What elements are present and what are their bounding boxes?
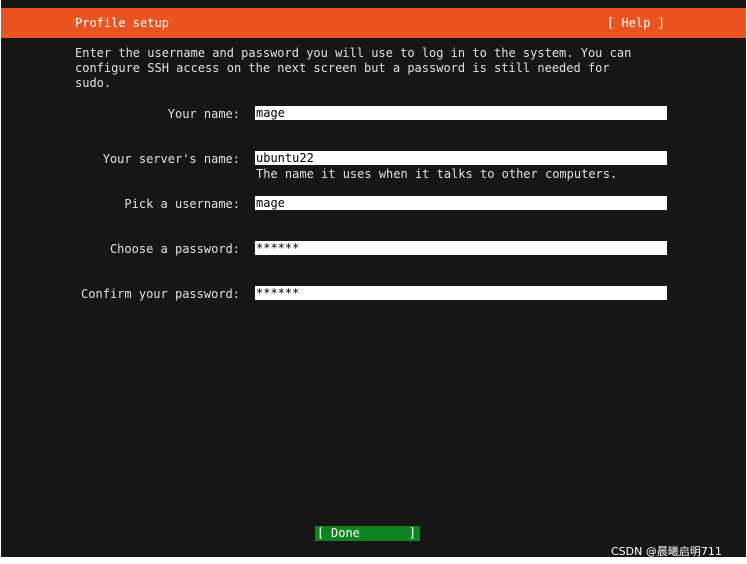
password-label: Choose a password: [109, 242, 240, 256]
watermark: CSDN @晨曦启明711 [611, 545, 722, 557]
your-name-label: Your name: [167, 107, 240, 121]
intro-line: sudo. [75, 76, 112, 90]
done-bracket-left: [ [317, 526, 325, 540]
username-label: Pick a username: [124, 197, 240, 211]
username-field[interactable]: mage [255, 196, 667, 210]
server-name-hint: The name it uses when it talks to other … [256, 167, 618, 181]
server-name-label: Your server's name: [102, 152, 240, 166]
intro-line: Enter the username and password you will… [75, 46, 632, 60]
confirm-password-field[interactable]: ****** [255, 286, 667, 300]
intro-line: configure SSH access on the next screen … [75, 61, 610, 75]
done-label: Done [331, 526, 360, 540]
installer-screen: Profile setup [ Help ] Enter the usernam… [1, 0, 746, 557]
done-button[interactable]: [ Done ] [315, 526, 420, 541]
done-bracket-right: ] [408, 526, 416, 540]
intro-text: Enter the username and password you will… [75, 46, 675, 91]
password-field[interactable]: ****** [255, 241, 667, 255]
confirm-password-label: Confirm your password: [81, 287, 240, 301]
page-title: Profile setup [75, 16, 169, 30]
your-name-field[interactable]: mage [255, 106, 667, 120]
server-name-field[interactable]: ubuntu22 [255, 151, 667, 165]
help-button[interactable]: [ Help ] [607, 16, 665, 30]
title-bar: Profile setup [ Help ] [1, 8, 746, 38]
